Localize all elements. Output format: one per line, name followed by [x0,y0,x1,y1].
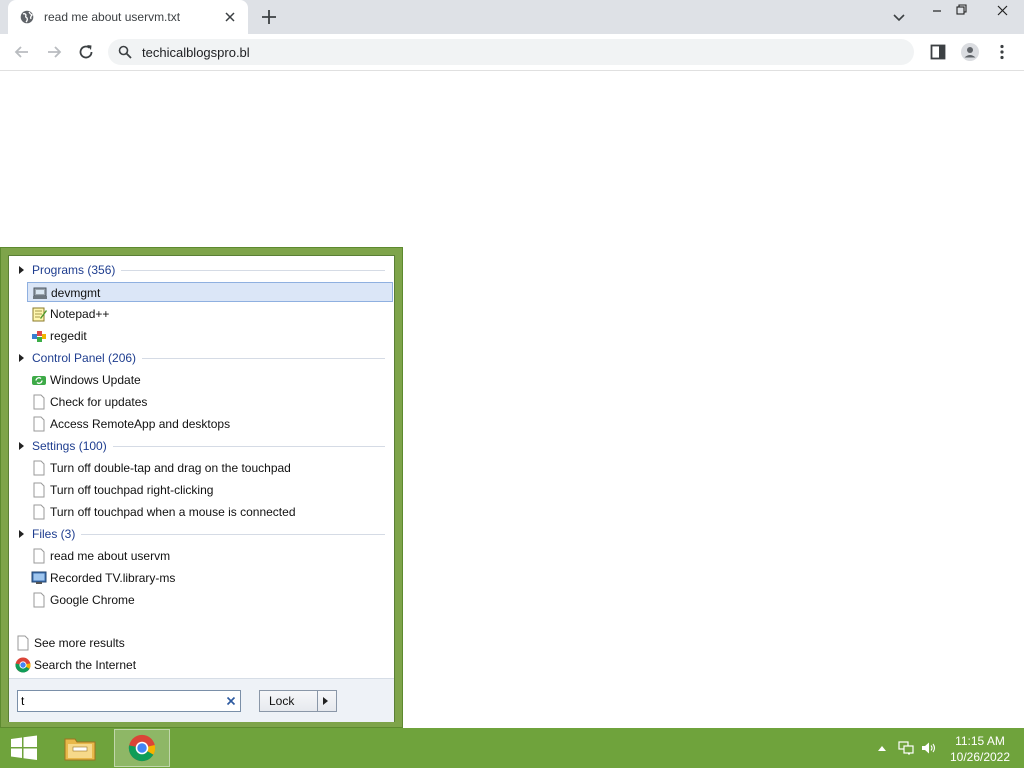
reload-icon[interactable] [76,42,96,62]
windows-update-icon [32,376,46,385]
result-label: Notepad++ [50,307,110,321]
result-label: Recorded TV.library-ms [50,571,176,585]
notepad-plus-plus-icon [32,307,47,322]
chrome-icon [15,657,31,673]
result-item[interactable]: Turn off double-tap and drag on the touc… [27,458,393,478]
kebab-menu-icon[interactable] [992,42,1012,62]
result-label: regedit [50,329,87,343]
see-more-label: See more results [34,636,125,650]
result-item[interactable]: Turn off touchpad when a mouse is connec… [27,502,393,522]
result-item[interactable]: Check for updates [27,392,393,412]
globe-icon [20,10,34,24]
tab-title: read me about uservm.txt [44,10,181,24]
expand-arrow-icon [19,530,24,538]
result-label: read me about uservm [50,549,171,563]
result-label: Google Chrome [50,593,135,607]
result-item[interactable]: regedit [27,326,393,346]
group-title: Programs (356) [32,263,122,277]
expand-arrow-icon [19,442,24,450]
result-label: Turn off double-tap and drag on the touc… [50,461,291,475]
group-title: Files (3) [32,527,82,541]
result-label: devmgmt [51,286,101,300]
result-label: Check for updates [50,395,148,409]
start-menu: Programs (356) devmgmt Notepad++ regedit… [0,247,403,728]
group-files[interactable]: Files (3) [13,525,385,543]
group-title: Settings (100) [32,439,113,453]
plus-icon[interactable] [259,7,279,27]
start-search-box[interactable] [17,690,241,712]
clear-search-icon[interactable] [224,694,238,708]
browser-tabstrip: read me about uservm.txt [0,0,1024,34]
document-icon [33,592,45,608]
result-item[interactable]: Recorded TV.library-ms [27,568,393,588]
search-icon [118,45,132,59]
windows-start-icon[interactable] [6,734,42,762]
window-close-icon[interactable] [986,0,1020,22]
chevron-down-icon[interactable] [890,9,908,25]
result-item[interactable]: Notepad++ [27,304,393,324]
search-internet-label: Search the Internet [34,658,137,672]
clock-time: 11:15 AM [955,734,1005,748]
device-manager-icon [33,287,47,299]
forward-icon[interactable] [44,42,64,62]
result-item[interactable]: read me about uservm [27,546,393,566]
close-icon[interactable] [222,9,238,25]
taskbar-chrome[interactable] [114,729,170,767]
restore-icon[interactable] [944,0,978,22]
group-control-panel[interactable]: Control Panel (206) [13,349,385,367]
lock-button[interactable]: Lock [259,690,337,712]
volume-icon[interactable] [921,741,937,755]
chrome-icon [128,734,156,762]
expand-arrow-icon [19,266,24,274]
start-search-input[interactable] [21,693,217,709]
expand-arrow-icon [19,354,24,362]
system-clock[interactable]: 11:15 AM 10/26/2022 [940,733,1020,765]
document-icon [33,416,45,432]
button-separator [317,691,318,711]
result-label: Turn off touchpad when a mouse is connec… [50,505,296,519]
registry-editor-icon [32,331,46,342]
result-item[interactable]: Access RemoteApp and desktops [27,414,393,434]
document-icon [33,482,45,498]
taskbar: 11:15 AM 10/26/2022 [0,728,1024,768]
clock-date: 10/26/2022 [949,750,1011,764]
see-more-results-link[interactable]: See more results [13,633,313,653]
search-results-panel: Programs (356) devmgmt Notepad++ regedit… [8,255,395,722]
address-bar[interactable]: techicalblogspro.bl [108,39,914,65]
url-text[interactable]: techicalblogspro.bl [142,45,250,60]
profile-icon[interactable] [960,42,980,62]
result-label: Windows Update [50,373,141,387]
group-settings[interactable]: Settings (100) [13,437,385,455]
network-icon[interactable] [898,741,914,755]
document-icon [17,635,29,651]
result-item[interactable]: Google Chrome [27,590,393,610]
browser-toolbar: techicalblogspro.bl [0,34,1024,71]
result-label: Access RemoteApp and desktops [50,417,231,431]
side-panel-icon[interactable] [928,42,948,62]
back-icon[interactable] [12,42,32,62]
document-icon [33,504,45,520]
show-hidden-icons-icon[interactable] [874,741,890,755]
power-options-arrow-icon[interactable] [323,697,328,705]
search-bar-area: Lock [9,678,394,722]
group-title: Control Panel (206) [32,351,143,365]
result-item[interactable]: devmgmt [27,282,393,302]
library-icon [31,571,47,584]
result-label: Turn off touchpad right-clicking [50,483,214,497]
browser-tab[interactable]: read me about uservm.txt [8,0,248,34]
document-icon [33,394,45,410]
document-icon [33,548,45,564]
search-internet-link[interactable]: Search the Internet [13,655,313,675]
file-explorer-icon [64,738,96,761]
group-programs[interactable]: Programs (356) [13,261,385,279]
document-icon [33,460,45,476]
result-item[interactable]: Windows Update [27,370,393,390]
result-item[interactable]: Turn off touchpad right-clicking [27,480,393,500]
lock-label: Lock [269,694,295,708]
taskbar-file-explorer[interactable] [52,729,108,767]
divider [32,534,385,535]
